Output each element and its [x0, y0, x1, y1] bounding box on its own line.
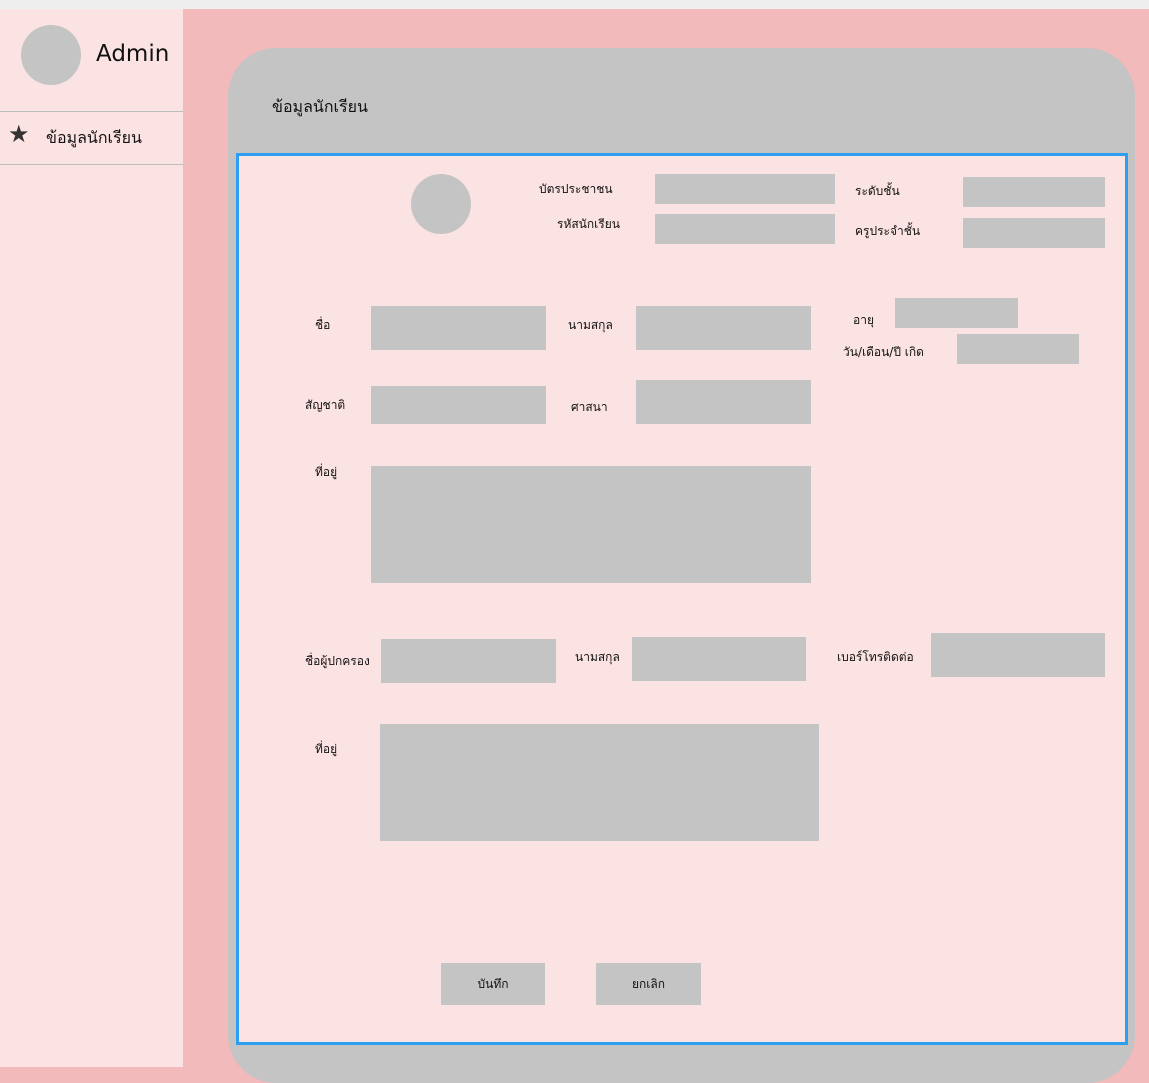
avatar[interactable]	[21, 25, 81, 85]
grade-label: ระดับชั้น	[855, 184, 900, 198]
student-photo[interactable]	[411, 174, 471, 234]
address-label: ที่อยู่	[315, 465, 338, 479]
page-title: ข้อมูลนักเรียน	[272, 97, 368, 116]
guardian-name-input[interactable]	[381, 639, 556, 683]
last-name-label: นามสกุล	[568, 318, 613, 332]
guardian-name-label: ชื่อผู้ปกครอง	[305, 654, 370, 668]
religion-input[interactable]	[636, 380, 811, 424]
homeroom-teacher-label: ครูประจำชั้น	[855, 224, 921, 238]
homeroom-teacher-input[interactable]	[963, 218, 1105, 248]
first-name-label: ชื่อ	[315, 318, 331, 332]
student-id-label: รหัสนักเรียน	[557, 217, 620, 231]
sidebar-item-student-info[interactable]: ★ ข้อมูลนักเรียน	[0, 112, 183, 165]
birth-date-input[interactable]	[957, 334, 1079, 364]
phone-input[interactable]	[931, 633, 1105, 677]
guardian-last-name-label: นามสกุล	[575, 650, 620, 664]
student-id-input[interactable]	[655, 214, 835, 244]
cancel-button[interactable]: ยกเลิก	[596, 963, 701, 1005]
id-card-label: บัตรประชาชน	[539, 182, 613, 196]
admin-profile: Admin	[0, 9, 183, 112]
id-card-input[interactable]	[655, 174, 835, 204]
guardian-address-label: ที่อยู่	[315, 742, 338, 756]
nationality-input[interactable]	[371, 386, 546, 424]
guardian-address-textarea[interactable]	[380, 724, 819, 841]
age-input[interactable]	[895, 298, 1018, 328]
first-name-input[interactable]	[371, 306, 546, 350]
star-icon: ★	[8, 120, 30, 148]
address-textarea[interactable]	[371, 466, 811, 583]
student-form: บัตรประชาชน ระดับชั้น รหัสนักเรียน ครูปร…	[236, 153, 1128, 1045]
nationality-label: สัญชาติ	[305, 398, 346, 412]
sidebar-item-label: ข้อมูลนักเรียน	[46, 128, 142, 147]
age-label: อายุ	[853, 313, 874, 327]
religion-label: ศาสนา	[571, 400, 608, 414]
top-strip	[0, 0, 1149, 9]
grade-input[interactable]	[963, 177, 1105, 207]
sidebar: Admin ★ ข้อมูลนักเรียน	[0, 9, 183, 1067]
guardian-last-name-input[interactable]	[632, 637, 806, 681]
phone-label: เบอร์โทรติดต่อ	[837, 650, 914, 664]
admin-name: Admin	[96, 41, 170, 67]
save-button[interactable]: บันทึก	[441, 963, 545, 1005]
last-name-input[interactable]	[636, 306, 811, 350]
birth-date-label: วัน/เดือน/ปี เกิด	[843, 345, 924, 359]
